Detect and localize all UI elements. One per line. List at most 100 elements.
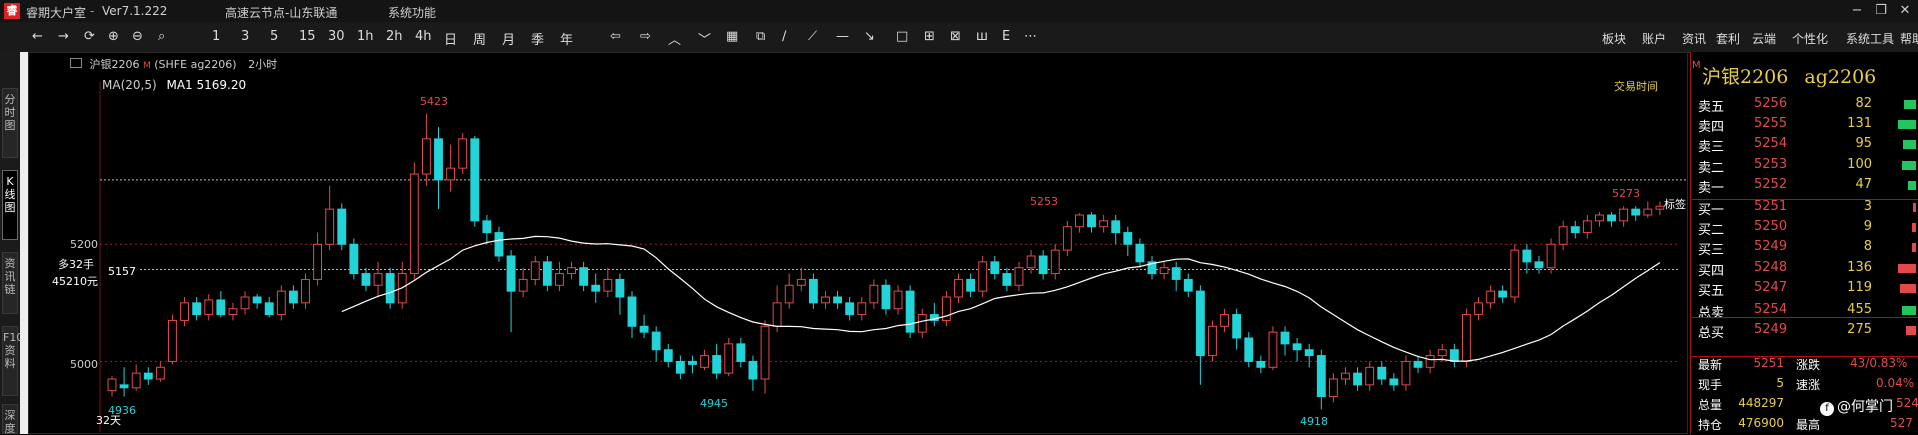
left-tab-2[interactable]: 资讯链: [2, 252, 18, 314]
orderbook-row-bids-3[interactable]: 买四 5248 136: [1698, 258, 1918, 279]
orderbook-row-asks-3[interactable]: 卖二 5253 100: [1698, 155, 1918, 176]
arrow-right-icon[interactable]: ⇨: [640, 29, 651, 44]
close-icon[interactable]: ✕: [1896, 3, 1914, 19]
orderbook-volume-bar: [1904, 100, 1916, 109]
refresh-icon[interactable]: ⟳: [84, 29, 95, 44]
latest-value: 5251: [1753, 356, 1784, 370]
zoom-in-icon[interactable]: ⊕: [108, 29, 119, 44]
period-button-7[interactable]: 4h: [415, 29, 432, 44]
watermark-logo-icon: f: [1820, 402, 1834, 416]
orderbook-row-bids-1[interactable]: 买二 5250 9: [1698, 217, 1918, 238]
left-tab-3[interactable]: F10资料: [2, 326, 23, 396]
trade-time-label[interactable]: 交易时间: [1614, 78, 1658, 94]
layers-icon[interactable]: ⧉: [756, 29, 765, 44]
orderbook-row-bids-2[interactable]: 买三 5249 8: [1698, 237, 1918, 258]
chevron-down-icon[interactable]: ﹀: [698, 29, 711, 48]
back-icon[interactable]: ←: [32, 29, 43, 44]
ray-tool-icon[interactable]: ⟋: [808, 29, 817, 44]
period-button-3[interactable]: 15: [299, 29, 316, 44]
server-node[interactable]: 高速云节点-山东联通: [225, 4, 337, 21]
period-button-1[interactable]: 3: [241, 29, 249, 44]
orderbook-volume: 131: [1847, 116, 1872, 132]
menu-item-5[interactable]: 个性化: [1792, 30, 1828, 47]
ma-params[interactable]: MA(20,5): [102, 78, 157, 92]
period-button-11[interactable]: 季: [531, 29, 544, 48]
orderbook-label: 买五: [1698, 283, 1725, 299]
menu-item-7[interactable]: 帮助: [1900, 30, 1918, 47]
orderbook-volume: 8: [1863, 239, 1872, 255]
minimize-icon[interactable]: −: [1848, 3, 1866, 19]
orderbook-volume: 95: [1855, 136, 1872, 152]
period-button-6[interactable]: 2h: [386, 29, 403, 44]
orderbook-volume-bar: [1912, 223, 1916, 233]
orderbook-row-asks-1[interactable]: 卖四 5255 131: [1698, 114, 1918, 135]
contract-select-icon[interactable]: [70, 58, 82, 68]
contract-info-bar: 沪银2206 M (SHFE ag2206) 2小时: [70, 56, 277, 72]
reference-line-label[interactable]: 标签: [1664, 196, 1686, 212]
text-tool-icon[interactable]: Ε: [1002, 29, 1010, 44]
orderbook-row-asks-0[interactable]: 卖五 5256 82: [1698, 94, 1918, 115]
orderbook-volume-bar: [1908, 180, 1916, 190]
period-label[interactable]: 2小时: [248, 58, 277, 71]
position-amount: 45210元: [52, 275, 98, 288]
left-tab-0[interactable]: 分时图: [2, 88, 18, 158]
orderbook-row-asks-4[interactable]: 卖一 5252 47: [1698, 175, 1918, 196]
grid-icon[interactable]: ▦: [726, 29, 738, 44]
menu-item-2[interactable]: 资讯: [1682, 30, 1706, 47]
latest-label: 最新: [1698, 358, 1723, 372]
hline-tool-icon[interactable]: —: [836, 29, 849, 44]
left-tab-1[interactable]: K线图: [2, 170, 18, 240]
orderbook-row-totals-1[interactable]: 总买 5249 275: [1698, 320, 1918, 341]
left-splitter[interactable]: [20, 52, 28, 434]
period-button-10[interactable]: 月: [502, 29, 515, 48]
zoom-icon[interactable]: ⌕: [158, 29, 165, 44]
kline-chart-panel[interactable]: [28, 52, 1688, 434]
title-bar: 睿 睿期大户室 - Ver7.1.222 高速云节点-山东联通 系统功能 − ❐…: [0, 0, 1918, 22]
orderbook-row-asks-2[interactable]: 卖三 5254 95: [1698, 134, 1918, 155]
gann-tool-icon[interactable]: ⊠: [950, 29, 961, 44]
volume-value: 448297: [1738, 396, 1784, 410]
arrow-tool-icon[interactable]: ↘: [864, 29, 875, 44]
period-button-9[interactable]: 周: [473, 29, 486, 48]
menu-item-1[interactable]: 账户: [1642, 30, 1666, 47]
fib-tool-icon[interactable]: ⊞: [924, 29, 935, 44]
quote-contract-code: ag2206: [1804, 66, 1877, 88]
orderbook-label: 卖一: [1698, 180, 1725, 196]
system-function-menu[interactable]: 系统功能: [388, 4, 436, 21]
wave-tool-icon[interactable]: ш: [976, 29, 988, 44]
menu-item-6[interactable]: 系统工具: [1846, 30, 1894, 47]
period-button-12[interactable]: 年: [560, 29, 573, 48]
contract-name: 沪银2206: [89, 58, 140, 71]
line-tool-icon[interactable]: ∕: [782, 29, 786, 44]
period-button-5[interactable]: 1h: [357, 29, 374, 44]
orderbook-label: 买四: [1698, 263, 1725, 279]
orderbook-volume-bar: [1906, 326, 1916, 336]
orderbook-label: 卖四: [1698, 120, 1725, 136]
menu-item-0[interactable]: 板块: [1602, 30, 1626, 47]
y-tick-5000: 5000: [70, 358, 98, 371]
period-button-0[interactable]: 1: [212, 29, 220, 44]
watermark: f @何掌门: [1820, 396, 1893, 416]
contract-code: (SHFE ag2206): [154, 58, 237, 71]
forward-icon[interactable]: →: [58, 29, 69, 44]
open-interest-label: 持仓: [1698, 418, 1723, 432]
menu-item-3[interactable]: 套利: [1716, 30, 1740, 47]
arrow-left-icon[interactable]: ⇦: [610, 29, 621, 44]
menu-item-4[interactable]: 云端: [1752, 30, 1776, 47]
ma1-value: MA1 5169.20: [166, 78, 247, 92]
period-button-2[interactable]: 5: [270, 29, 278, 44]
zoom-out-icon[interactable]: ⊖: [132, 29, 143, 44]
more-tools-icon[interactable]: ⋯: [1024, 29, 1037, 44]
app-version: Ver7.1.222: [102, 4, 168, 18]
orderbook-volume-bar: [1912, 243, 1916, 253]
maximize-icon[interactable]: ❐: [1872, 3, 1890, 19]
orderbook-row-bids-0[interactable]: 买一 5251 3: [1698, 197, 1918, 218]
speed-label: 速涨: [1796, 378, 1821, 392]
left-tab-4[interactable]: 深度: [2, 404, 18, 435]
y-tick-5200: 5200: [70, 238, 98, 251]
rect-tool-icon[interactable]: □: [896, 29, 908, 44]
chevron-up-icon[interactable]: ︿: [668, 29, 681, 48]
orderbook-row-bids-4[interactable]: 买五 5247 119: [1698, 278, 1918, 299]
period-button-4[interactable]: 30: [328, 29, 345, 44]
period-button-8[interactable]: 日: [444, 29, 457, 48]
